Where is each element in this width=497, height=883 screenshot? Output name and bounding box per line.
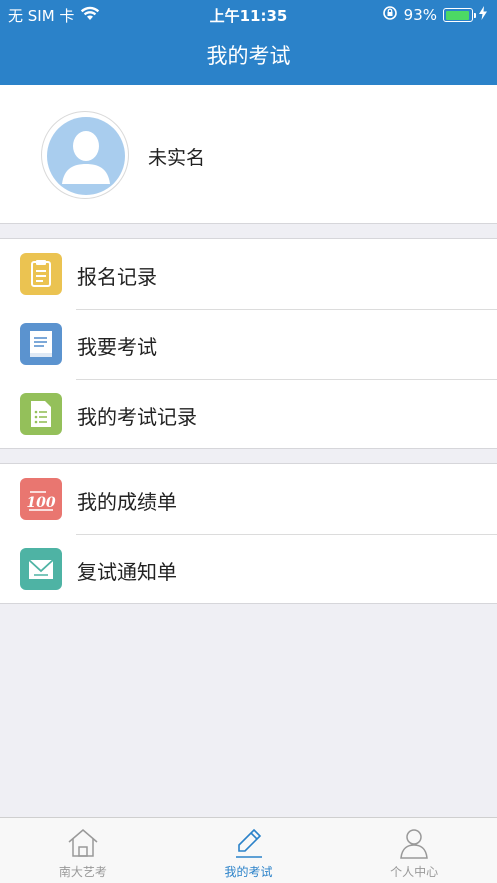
menu-item-label: 我的成绩单 [77, 490, 177, 514]
home-icon [66, 826, 100, 860]
menu-item-label: 我的考试记录 [77, 405, 197, 429]
tab-label: 南大艺考 [58, 865, 107, 879]
profile-section[interactable]: 未实名 [0, 85, 497, 224]
menu-item-label: 报名记录 [77, 265, 157, 289]
orientation-lock-icon [382, 5, 398, 25]
profile-name: 未实名 [148, 147, 206, 169]
tab-label: 个人中心 [390, 865, 439, 879]
pencil-icon [232, 826, 266, 860]
menu-group-results: 100 我的成绩单 复试通知单 [0, 463, 497, 604]
tab-personal-center[interactable]: 个人中心 [331, 818, 497, 883]
menu-item-registration-records[interactable]: 报名记录 [0, 239, 497, 309]
list-document-icon [20, 393, 62, 435]
menu-item-label: 复试通知单 [77, 560, 177, 584]
battery-percent: 93% [403, 6, 437, 24]
tab-label: 我的考试 [224, 865, 273, 879]
menu-item-my-exam-records[interactable]: 我的考试记录 [0, 379, 497, 449]
top-bar: 无 SIM 卡 上午11:35 93% 我的考试 [0, 0, 497, 85]
envelope-icon [20, 548, 62, 590]
person-icon [397, 826, 431, 860]
tab-my-exams[interactable]: 我的考试 [166, 818, 332, 883]
status-bar: 无 SIM 卡 上午11:35 93% [0, 0, 497, 28]
menu-group-exams: 报名记录 我要考试 我的考试记录 [0, 238, 497, 449]
app-screen: 无 SIM 卡 上午11:35 93% 我的考试 未实名 报名记录 我要考试 我… [0, 0, 497, 883]
user-avatar-icon[interactable] [41, 111, 129, 199]
charging-icon [479, 6, 487, 24]
clipboard-icon [20, 253, 62, 295]
menu-item-take-exam[interactable]: 我要考试 [0, 309, 497, 379]
book-icon [20, 323, 62, 365]
menu-item-label: 我要考试 [77, 335, 157, 359]
menu-item-retest-notice[interactable]: 复试通知单 [0, 534, 497, 604]
battery-icon [443, 8, 476, 22]
status-right: 93% [382, 5, 487, 25]
svg-text:100: 100 [26, 495, 55, 511]
tab-bar: 南大艺考 我的考试 个人中心 [0, 817, 497, 883]
page-title: 我的考试 [206, 44, 291, 68]
score-100-icon: 100 [20, 478, 62, 520]
tab-home[interactable]: 南大艺考 [0, 818, 166, 883]
menu-item-score-report[interactable]: 100 我的成绩单 [0, 464, 497, 534]
